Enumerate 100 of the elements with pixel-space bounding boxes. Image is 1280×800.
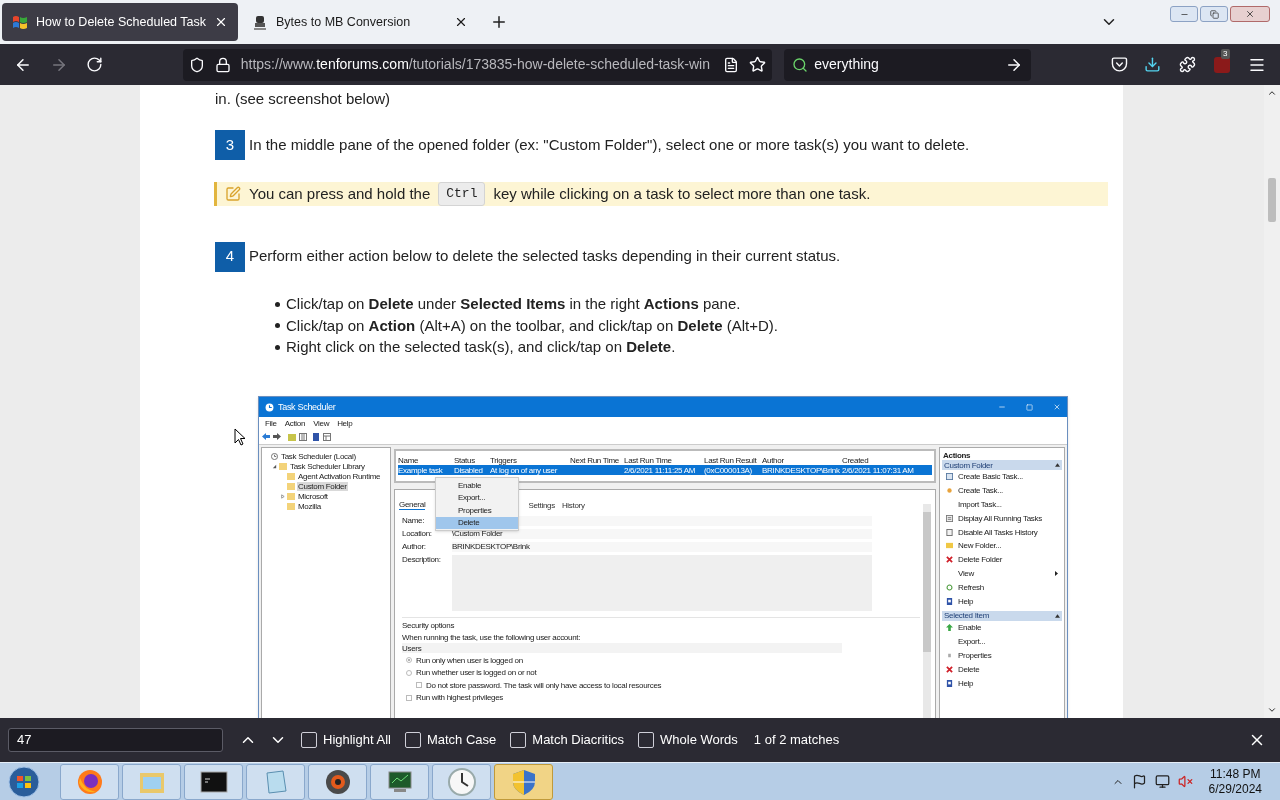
context-menu-item[interactable]: Export...	[436, 491, 518, 504]
shield-icon[interactable]	[188, 56, 205, 73]
new-tab-icon[interactable]	[490, 13, 508, 31]
network-icon[interactable]	[1154, 774, 1170, 789]
command-link[interactable]: Export...	[942, 634, 1062, 649]
collapse-arrow-icon[interactable]	[1055, 613, 1060, 618]
lock-icon[interactable]	[214, 56, 231, 73]
collapsed-arrow-icon[interactable]	[280, 493, 285, 499]
close-button[interactable]	[1230, 6, 1270, 22]
close-tab-icon[interactable]	[214, 15, 228, 29]
context-menu-item[interactable]: Properties	[436, 504, 518, 517]
command-link[interactable]: Delete	[942, 662, 1062, 677]
flag-icon[interactable]	[1131, 774, 1147, 789]
checkbox[interactable]	[416, 682, 422, 689]
column-header[interactable]: Name	[398, 455, 454, 465]
table-cell-text: Example task	[398, 465, 444, 475]
column-header[interactable]: Next Run Time	[570, 455, 624, 465]
back-arrow-icon[interactable]	[262, 433, 270, 440]
restore-button[interactable]	[1200, 6, 1228, 22]
tree-item[interactable]: Microsoft	[297, 491, 329, 501]
command-link[interactable]: Enable	[942, 620, 1062, 635]
download-icon[interactable]	[1144, 56, 1162, 73]
column-header[interactable]: Author	[762, 455, 842, 465]
command-link[interactable]: Properties	[942, 648, 1062, 663]
detail-tab[interactable]: History	[561, 500, 585, 510]
scrollbar-thumb[interactable]	[1268, 178, 1276, 222]
taskbar-button[interactable]	[184, 763, 243, 800]
context-menu-item[interactable]: Enable	[436, 479, 518, 492]
command-link[interactable]: Create Task...	[942, 483, 1062, 498]
tree-item[interactable]: Custom Folder	[297, 481, 348, 491]
expanded-arrow-icon[interactable]	[272, 463, 277, 469]
option-label[interactable]: Match Case	[426, 730, 497, 750]
browser-tab[interactable]: How to Delete Scheduled Task	[2, 3, 238, 41]
column-header[interactable]: Triggers	[490, 455, 570, 465]
tree-item[interactable]: Task Scheduler (Local)	[280, 451, 357, 461]
context-menu-item[interactable]: Delete	[436, 516, 518, 529]
checkbox[interactable]	[638, 732, 655, 748]
detail-tab[interactable]: Settings	[528, 500, 555, 510]
column-header[interactable]: Status	[454, 455, 490, 465]
search-field[interactable]: everything	[784, 48, 1032, 81]
radio-button[interactable]	[406, 669, 412, 676]
command-link[interactable]: Import Task...	[942, 497, 1062, 512]
command-link[interactable]: Refresh	[942, 580, 1062, 595]
clock-display[interactable]: 11:48 PM 6/29/2024	[1208, 766, 1262, 797]
group-heading: Security options	[402, 621, 456, 632]
option-label[interactable]: Highlight All	[323, 730, 391, 750]
option-label[interactable]: Match Diacritics	[532, 730, 625, 750]
command-link[interactable]: Delete Folder	[942, 552, 1062, 567]
scroll-down-icon[interactable]	[1267, 705, 1277, 715]
command-link[interactable]: Help	[942, 676, 1062, 690]
task-row[interactable]: Example task Disabled At log on of any user 2/6/2021 11:11:25 AM (0xC000013A) BRINKDESKTOP\Brink 2/6/2021 11:07:31 AM	[398, 465, 932, 475]
reload-icon[interactable]	[85, 56, 103, 73]
text-field[interactable]: BRINKDESKTOP\Brink	[452, 541, 872, 552]
browser-tab[interactable]: Bytes to MB Conversion	[242, 3, 478, 41]
pocket-icon[interactable]	[1111, 56, 1129, 73]
column-header[interactable]: Last Run Time	[624, 455, 704, 465]
taskbar-button[interactable]	[308, 763, 367, 800]
scroll-up-icon[interactable]	[1267, 88, 1277, 98]
detail-tab[interactable]: General	[399, 500, 426, 510]
volume-muted-icon[interactable]	[1177, 774, 1193, 789]
text-field[interactable]: \Custom Folder	[452, 528, 872, 539]
menu-item[interactable]: View	[313, 418, 330, 428]
command-link[interactable]: Display All Running Tasks	[942, 511, 1062, 526]
help-icon[interactable]	[312, 432, 320, 441]
checkbox[interactable]	[404, 732, 421, 748]
extensions-icon[interactable]	[1179, 56, 1197, 73]
tree-item[interactable]: Task Scheduler Library	[289, 461, 366, 471]
collapse-arrow-icon[interactable]	[1055, 463, 1060, 467]
grid-icon[interactable]	[299, 432, 307, 441]
section-header[interactable]: Custom Folder	[942, 460, 1062, 470]
find-field[interactable]: 47	[8, 728, 223, 752]
command-link[interactable]: Create Basic Task...	[942, 470, 1062, 484]
tree-item[interactable]: Mozilla	[297, 501, 322, 511]
column-header[interactable]: Created	[842, 455, 932, 465]
menu-item[interactable]: Action	[284, 418, 306, 428]
command-link[interactable]: Disable All Tasks History	[942, 525, 1062, 539]
column-header[interactable]: Last Run Result	[704, 455, 762, 465]
menu-item[interactable]: File	[265, 418, 277, 428]
command-link[interactable]: View	[942, 566, 1062, 581]
checkbox[interactable]	[510, 732, 527, 748]
close-tab-icon[interactable]	[454, 15, 468, 29]
cursor-icon	[234, 428, 246, 446]
media-player-icon	[323, 767, 352, 796]
address-field[interactable]: https://www.tenforums.com/tutorials/173835-how-delete-scheduled-task-win	[182, 48, 773, 81]
grid-icon[interactable]	[323, 432, 331, 441]
checkbox[interactable]	[406, 694, 412, 701]
option-label[interactable]: Whole Words	[660, 730, 738, 750]
command-link[interactable]: New Folder...	[942, 539, 1062, 553]
section-header[interactable]: Selected Item	[942, 610, 1062, 621]
taskbar-button[interactable]	[370, 763, 429, 800]
forward-arrow-icon[interactable]	[273, 433, 281, 440]
search-icon	[792, 56, 809, 73]
menu-item[interactable]: Help	[337, 418, 353, 428]
tree-item[interactable]: Agent Activation Runtime	[297, 471, 382, 481]
page-scrollbar[interactable]	[1264, 85, 1280, 718]
checkbox[interactable]	[301, 732, 317, 748]
command-link[interactable]: Help	[942, 594, 1062, 608]
reader-view-icon[interactable]	[723, 56, 740, 73]
radio-button[interactable]	[406, 657, 412, 664]
bookmark-star-icon[interactable]	[749, 56, 767, 73]
